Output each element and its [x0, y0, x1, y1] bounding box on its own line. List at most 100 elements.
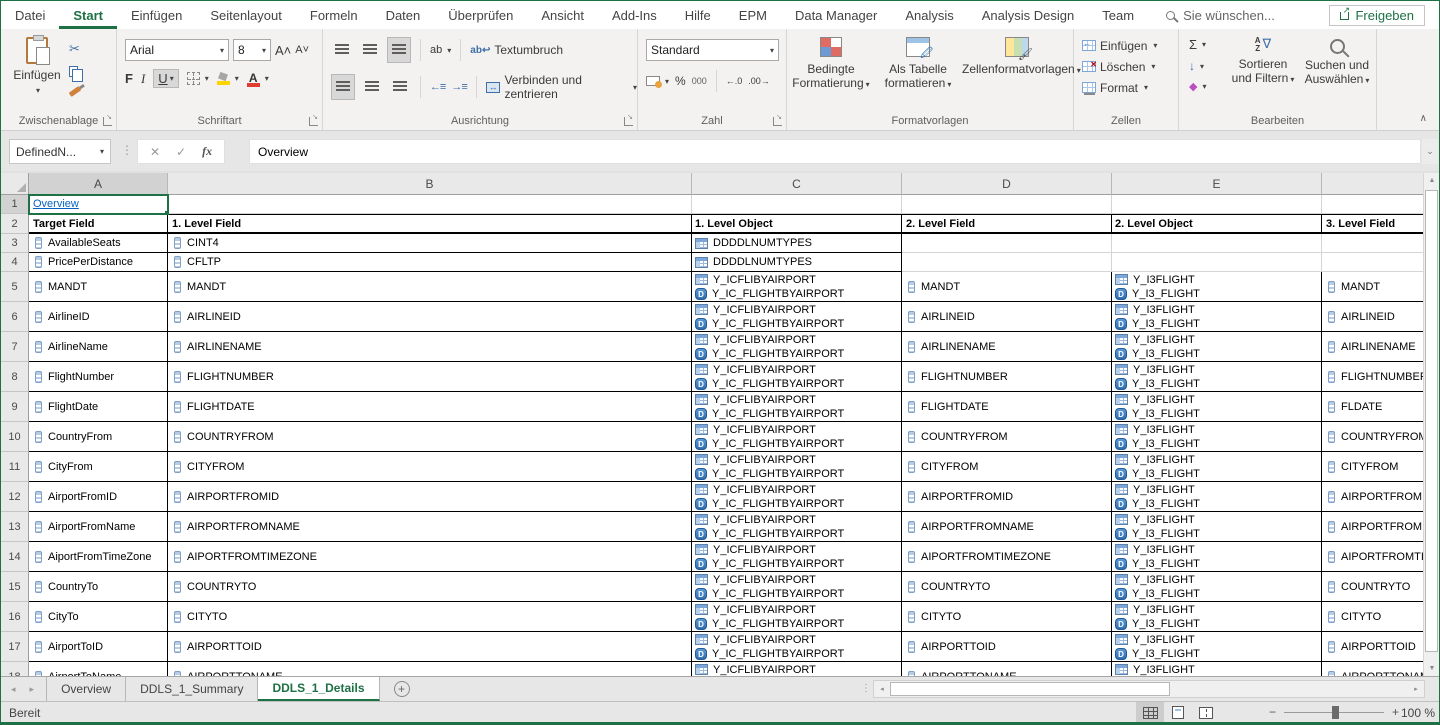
normal-view-button[interactable] [1136, 702, 1164, 723]
cell-target-field[interactable]: CountryTo [29, 572, 168, 602]
align-right-button[interactable] [389, 75, 411, 99]
cell-target-field[interactable]: AvailableSeats [29, 234, 168, 253]
cell-level3-field[interactable]: FLIGHTNUMBER [1322, 362, 1425, 392]
page-break-view-button[interactable] [1192, 702, 1220, 723]
cell-level2-object[interactable] [1112, 234, 1322, 253]
row-number[interactable]: 8 [1, 362, 29, 392]
cell-level2-object[interactable]: Y_I3FLIGHT DY_I3_FLIGHT [1112, 392, 1322, 422]
header-level3-field[interactable]: 3. Level Field [1322, 214, 1425, 234]
cell-level2-object[interactable] [1112, 253, 1322, 272]
align-top-button[interactable] [331, 38, 353, 62]
column-header-E[interactable]: E [1112, 173, 1322, 195]
scroll-left-icon[interactable]: ◂ [875, 682, 889, 696]
cell-level2-object[interactable]: Y_I3FLIGHT DY_I3_FLIGHT [1112, 332, 1322, 362]
row-number[interactable]: 2 [1, 214, 29, 234]
cell-level3-field[interactable]: CITYFROM [1322, 452, 1425, 482]
cell-level2-field[interactable]: COUNTRYTO [902, 572, 1112, 602]
cell-level1-field[interactable]: CFLTP [168, 253, 692, 272]
cell-level2-object[interactable]: Y_I3FLIGHT DY_I3_FLIGHT [1112, 602, 1322, 632]
row-number[interactable]: 6 [1, 302, 29, 332]
cell-level1-field[interactable]: MANDT [168, 272, 692, 302]
cell-level1-field[interactable]: AIRPORTFROMID [168, 482, 692, 512]
cell[interactable] [902, 195, 1112, 214]
cell-level1-field[interactable]: AIRLINEID [168, 302, 692, 332]
cell-level1-field[interactable]: AIRPORTFROMNAME [168, 512, 692, 542]
formula-bar-resize-handle[interactable]: ⋮ [121, 143, 133, 157]
delete-cells-button[interactable]: Löschen▾ [1082, 56, 1178, 77]
row-number[interactable]: 13 [1, 512, 29, 542]
accounting-format-button[interactable]: ▾ [646, 76, 669, 86]
zoom-in-icon[interactable]: + [1392, 705, 1399, 719]
grow-font-icon[interactable]: A˄ [275, 43, 291, 58]
row-number[interactable]: 11 [1, 452, 29, 482]
cell-level2-object[interactable]: Y_I3FLIGHT DY_I3_FLIGHT [1112, 632, 1322, 662]
number-format-combo[interactable]: Standard ▾ [646, 39, 779, 61]
font-color-button[interactable]: A▾ [247, 73, 269, 84]
cell-level2-object[interactable]: Y_I3FLIGHT DY_I3_FLIGHT [1112, 362, 1322, 392]
cell-target-field[interactable]: CountryFrom [29, 422, 168, 452]
percent-button[interactable]: % [675, 74, 686, 88]
dialog-launcher-icon[interactable] [103, 117, 112, 126]
cell-level1-field[interactable]: CITYFROM [168, 452, 692, 482]
cell-target-field[interactable]: AirportFromName [29, 512, 168, 542]
cell[interactable] [1112, 195, 1322, 214]
menu-tab-data-manager[interactable]: Data Manager [781, 1, 891, 29]
cell-level2-object[interactable]: Y_I3FLIGHT DY_I3_FLIGHT [1112, 512, 1322, 542]
align-center-button[interactable] [361, 75, 383, 99]
cell-level2-field[interactable]: COUNTRYFROM [902, 422, 1112, 452]
overview-hyperlink[interactable]: Overview [33, 198, 79, 210]
thousands-button[interactable]: 000 [692, 76, 707, 86]
cell-level2-object[interactable]: Y_I3FLIGHT DY_I3_FLIGHT [1112, 662, 1322, 676]
dialog-launcher-icon[interactable] [309, 117, 318, 126]
row-number[interactable]: 18 [1, 662, 29, 676]
cell-level3-field[interactable]: AIRLINEID [1322, 302, 1425, 332]
cell-level1-field[interactable]: AIRPORTTOID [168, 632, 692, 662]
zoom-slider-handle[interactable] [1332, 706, 1339, 719]
fill-color-button[interactable]: ▾ [217, 72, 239, 85]
row-number[interactable]: 10 [1, 422, 29, 452]
row-number[interactable]: 15 [1, 572, 29, 602]
row-number[interactable]: 4 [1, 253, 29, 272]
autosum-button[interactable]: Σ▾ [1189, 37, 1206, 52]
align-bottom-button[interactable] [387, 37, 411, 63]
cell-level1-object[interactable]: Y_ICFLIBYAIRPORT DY_IC_FLIGHTBYAIRPORT [692, 332, 902, 362]
cancel-icon[interactable]: ✕ [150, 145, 160, 159]
cell-level2-field[interactable]: AIRLINEID [902, 302, 1112, 332]
cell-level1-object[interactable]: DDDDLNUMTYPES [692, 253, 902, 272]
decrease-decimal-button[interactable]: .00→ [748, 76, 770, 86]
cell-target-field[interactable]: AirportFromID [29, 482, 168, 512]
cell-level2-object[interactable]: Y_I3FLIGHT DY_I3_FLIGHT [1112, 452, 1322, 482]
cell-level2-field[interactable]: AIRPORTTONAME [902, 662, 1112, 676]
sort-filter-button[interactable]: AZ ∇ Sortieren und Filtern▾ [1227, 37, 1299, 87]
cell-target-field[interactable]: CityFrom [29, 452, 168, 482]
increase-indent-button[interactable]: →≡ [451, 81, 466, 93]
cell-level1-field[interactable]: COUNTRYFROM [168, 422, 692, 452]
cell-level1-field[interactable]: AIRLINENAME [168, 332, 692, 362]
row-number[interactable]: 14 [1, 542, 29, 572]
find-select-button[interactable]: Suchen und Auswählen▾ [1301, 37, 1373, 88]
menu-tab-einf-gen[interactable]: Einfügen [117, 1, 196, 29]
cell-level1-object[interactable]: Y_ICFLIBYAIRPORT DY_IC_FLIGHTBYAIRPORT [692, 602, 902, 632]
cell-target-field[interactable]: FlightNumber [29, 362, 168, 392]
sheet-nav-left-icon[interactable]: ◂ [11, 684, 16, 695]
header-level2-object[interactable]: 2. Level Object [1112, 214, 1322, 234]
tell-me-search[interactable]: Sie wünschen... [1166, 8, 1275, 23]
menu-tab-hilfe[interactable]: Hilfe [671, 1, 725, 29]
header-level2-field[interactable]: 2. Level Field [902, 214, 1112, 234]
cell-level2-field[interactable]: AIRPORTFROMNAME [902, 512, 1112, 542]
increase-decimal-button[interactable]: ←.0 [726, 76, 743, 86]
header-target-field[interactable]: Target Field [29, 214, 168, 234]
cell-target-field[interactable]: AirlineName [29, 332, 168, 362]
cell[interactable] [1322, 195, 1425, 214]
cell-level2-object[interactable]: Y_I3FLIGHT DY_I3_FLIGHT [1112, 302, 1322, 332]
new-sheet-button[interactable]: + [394, 681, 410, 697]
menu-tab-add-ins[interactable]: Add-Ins [598, 1, 671, 29]
cell-level2-field[interactable]: CITYTO [902, 602, 1112, 632]
cell[interactable] [692, 195, 902, 214]
column-header-A[interactable]: A [29, 173, 168, 195]
menu-tab-epm[interactable]: EPM [725, 1, 781, 29]
select-all-corner[interactable] [1, 173, 29, 195]
cell-level1-object[interactable]: Y_ICFLIBYAIRPORT DY_IC_FLIGHTBYAIRPORT [692, 542, 902, 572]
cell-level1-object[interactable]: Y_ICFLIBYAIRPORT DY_IC_FLIGHTBYAIRPORT [692, 452, 902, 482]
horizontal-scroll-thumb[interactable] [890, 682, 1170, 696]
